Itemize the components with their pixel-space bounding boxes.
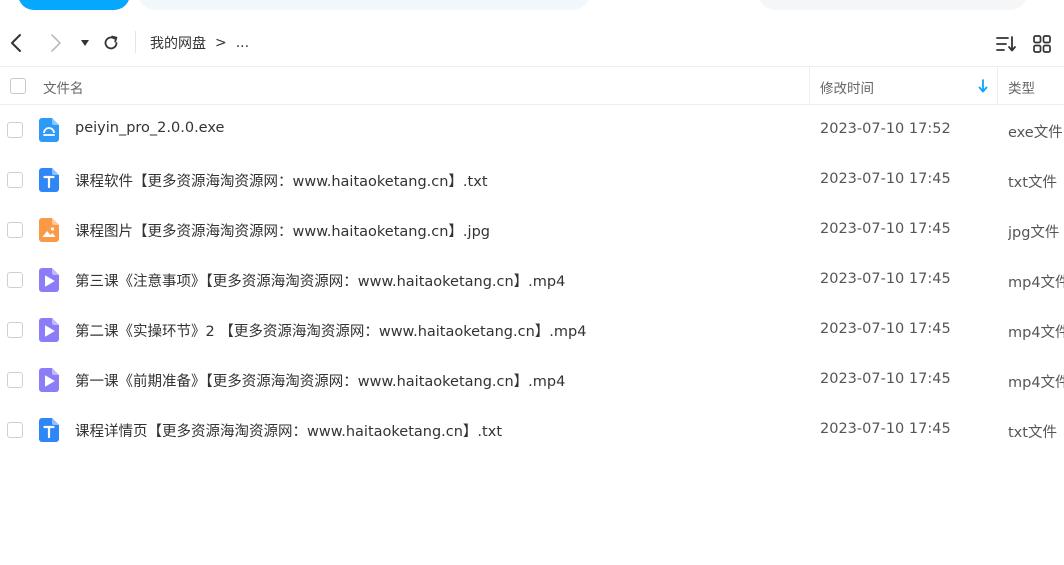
file-modified-time: 2023-07-10 17:45	[820, 221, 951, 237]
txt-file-icon	[39, 418, 59, 442]
file-row[interactable]: 第一课《前期准备》【更多资源海淘资源网：www.haitaoketang.cn】…	[0, 355, 1064, 405]
column-divider[interactable]	[809, 67, 810, 104]
file-type: txt文件	[1008, 175, 1057, 191]
file-type: exe文件	[1008, 125, 1063, 141]
file-modified-time: 2023-07-10 17:45	[820, 321, 951, 337]
file-type: txt文件	[1008, 425, 1057, 441]
file-modified-time: 2023-07-10 17:45	[820, 371, 951, 387]
select-all-checkbox[interactable]	[10, 78, 26, 94]
file-row[interactable]: 第三课《注意事项》【更多资源海淘资源网：www.haitaoketang.cn】…	[0, 255, 1064, 305]
breadcrumb-root[interactable]: 我的网盘	[150, 33, 206, 53]
file-type: mp4文件	[1008, 375, 1064, 391]
file-name[interactable]: 第二课《实操环节》2 【更多资源海淘资源网：www.haitaoketang.c…	[75, 320, 586, 341]
chevron-left-icon	[11, 34, 21, 52]
history-dropdown-button[interactable]	[72, 30, 98, 56]
upload-button[interactable]	[18, 0, 130, 10]
file-row[interactable]: 课程图片【更多资源海淘资源网：www.haitaoketang.cn】.jpg …	[0, 205, 1064, 255]
caret-down-icon	[81, 40, 89, 46]
column-divider[interactable]	[997, 67, 998, 104]
row-checkbox[interactable]	[7, 322, 23, 338]
top-strip	[0, 0, 1064, 14]
file-row[interactable]: peiyin_pro_2.0.0.exe 2023-07-10 17:52 ex…	[0, 105, 1064, 155]
breadcrumb: 我的网盘 > ...	[150, 32, 249, 54]
sort-descending-icon[interactable]	[976, 77, 990, 95]
refresh-icon	[104, 35, 118, 50]
image-file-icon	[39, 218, 59, 242]
file-name[interactable]: 课程软件【更多资源海淘资源网：www.haitaoketang.cn】.txt	[75, 170, 488, 191]
file-modified-time: 2023-07-10 17:45	[820, 171, 951, 187]
file-name[interactable]: 第三课《注意事项》【更多资源海淘资源网：www.haitaoketang.cn】…	[75, 270, 565, 291]
file-row[interactable]: 课程软件【更多资源海淘资源网：www.haitaoketang.cn】.txt …	[0, 155, 1064, 205]
file-modified-time: 2023-07-10 17:52	[820, 121, 951, 137]
secondary-bar[interactable]	[758, 0, 1028, 10]
file-name[interactable]: 第一课《前期准备》【更多资源海淘资源网：www.haitaoketang.cn】…	[75, 370, 565, 391]
video-file-icon	[39, 268, 59, 292]
column-header-name[interactable]: 文件名	[43, 77, 84, 97]
column-header-type[interactable]: 类型	[1008, 77, 1035, 97]
file-row[interactable]: 第二课《实操环节》2 【更多资源海淘资源网：www.haitaoketang.c…	[0, 305, 1064, 355]
video-file-icon	[39, 368, 59, 392]
sort-button[interactable]	[994, 32, 1018, 56]
row-checkbox[interactable]	[7, 422, 23, 438]
row-checkbox[interactable]	[7, 372, 23, 388]
file-modified-time: 2023-07-10 17:45	[820, 421, 951, 437]
refresh-button[interactable]	[98, 30, 124, 56]
search-bar[interactable]	[138, 0, 590, 10]
file-name[interactable]: 课程详情页【更多资源海淘资源网：www.haitaoketang.cn】.txt	[75, 420, 502, 441]
grid-view-button[interactable]	[1030, 32, 1054, 56]
exe-file-icon	[39, 118, 59, 142]
video-file-icon	[39, 318, 59, 342]
file-list: peiyin_pro_2.0.0.exe 2023-07-10 17:52 ex…	[0, 105, 1064, 455]
forward-button[interactable]	[42, 30, 68, 56]
file-name[interactable]: 课程图片【更多资源海淘资源网：www.haitaoketang.cn】.jpg	[75, 220, 490, 241]
sort-list-icon	[996, 36, 1016, 52]
row-checkbox[interactable]	[7, 122, 23, 138]
file-type: jpg文件	[1008, 225, 1060, 241]
toolbar: 我的网盘 > ...	[0, 20, 1064, 66]
chevron-right-icon	[51, 34, 61, 52]
breadcrumb-separator: >	[215, 35, 227, 51]
file-type: mp4文件	[1008, 275, 1064, 291]
breadcrumb-ellipsis[interactable]: ...	[236, 35, 249, 51]
back-button[interactable]	[4, 30, 30, 56]
file-type: mp4文件	[1008, 325, 1064, 341]
grid-icon	[1033, 35, 1051, 53]
file-list-header: 文件名 修改时间 类型	[0, 66, 1064, 105]
file-modified-time: 2023-07-10 17:45	[820, 271, 951, 287]
row-checkbox[interactable]	[7, 222, 23, 238]
row-checkbox[interactable]	[7, 272, 23, 288]
column-header-modified[interactable]: 修改时间	[820, 77, 874, 97]
row-checkbox[interactable]	[7, 172, 23, 188]
txt-file-icon	[39, 168, 59, 192]
toolbar-divider	[135, 31, 136, 53]
file-row[interactable]: 课程详情页【更多资源海淘资源网：www.haitaoketang.cn】.txt…	[0, 405, 1064, 455]
file-name[interactable]: peiyin_pro_2.0.0.exe	[75, 120, 224, 136]
